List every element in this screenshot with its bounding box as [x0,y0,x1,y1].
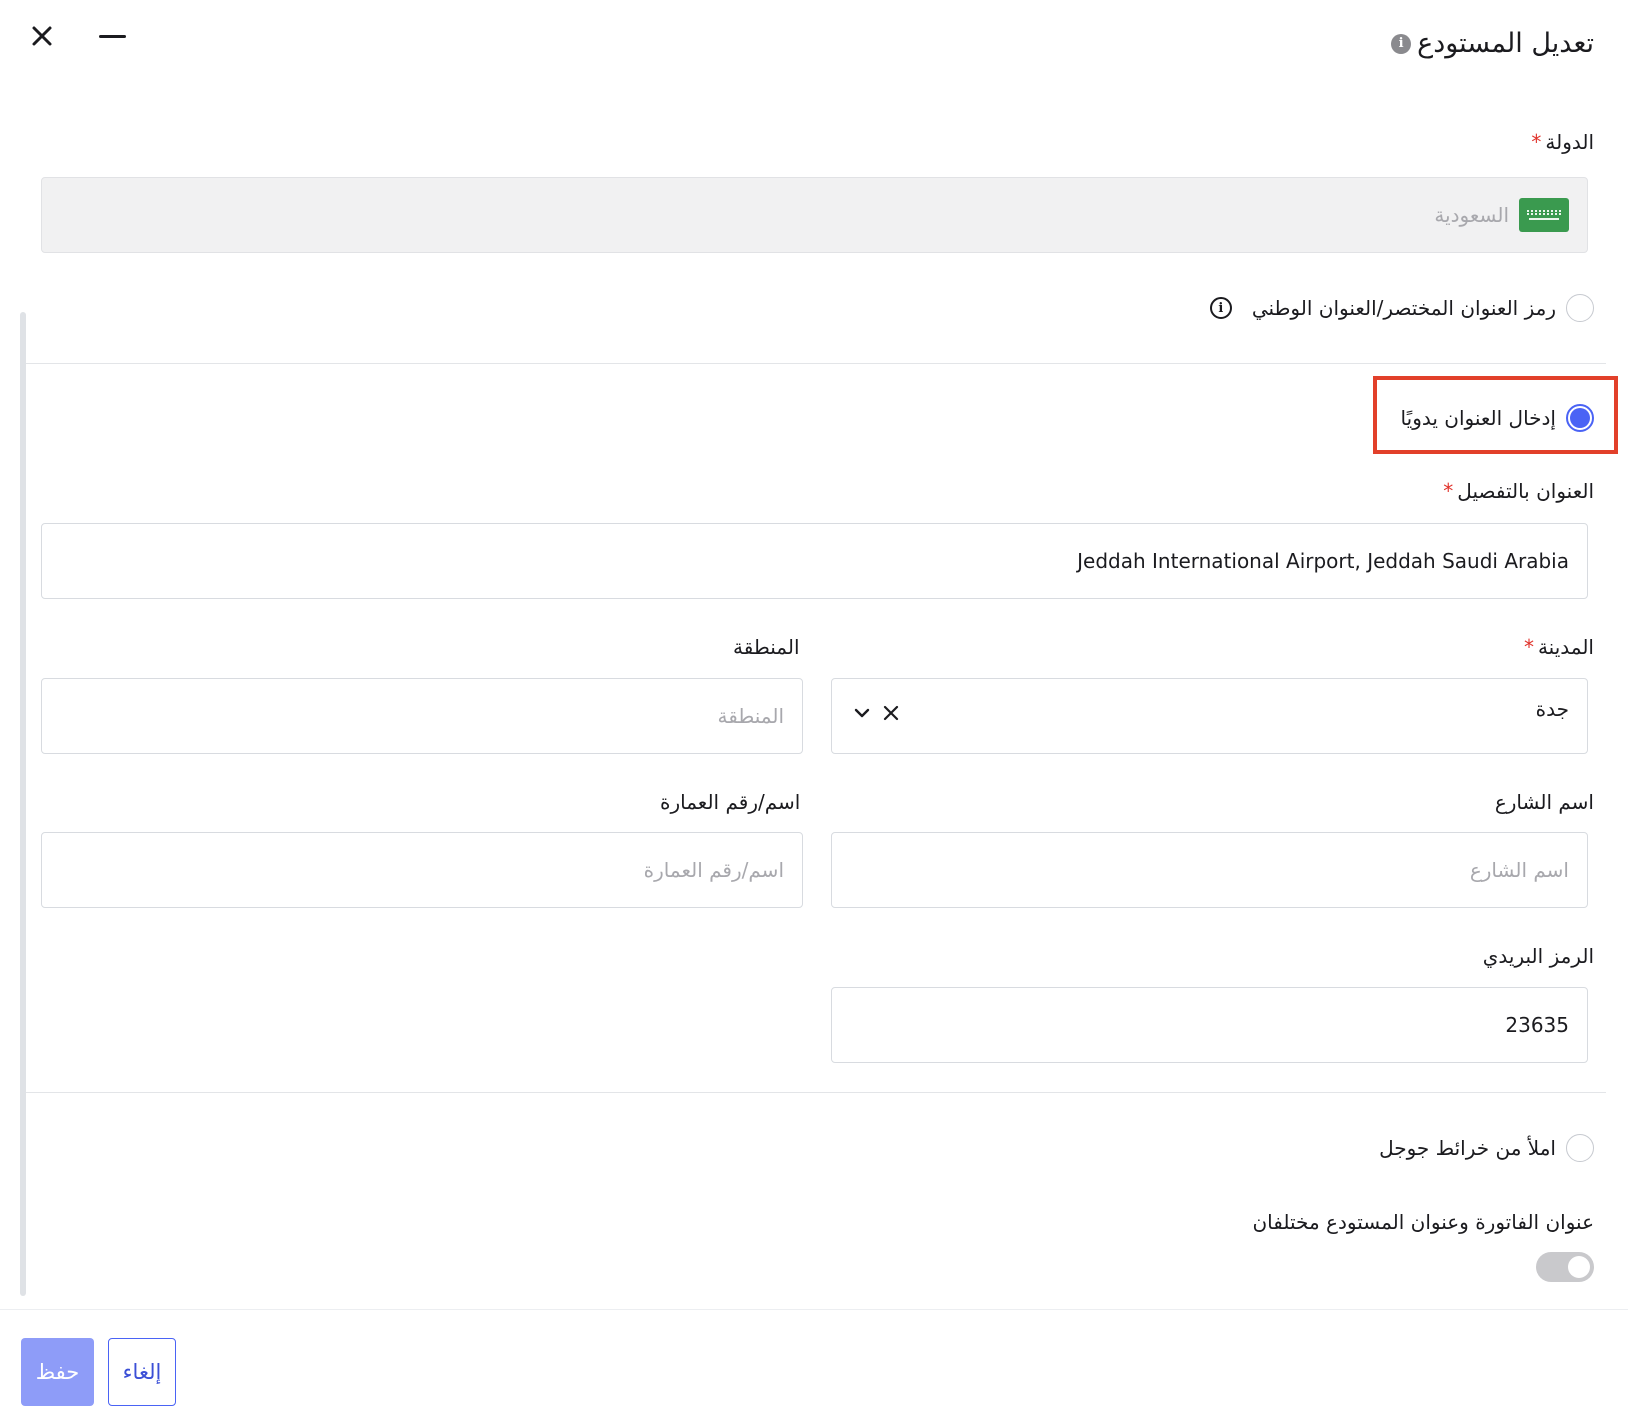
info-icon[interactable]: i [1391,33,1412,54]
clear-icon[interactable] [883,705,899,721]
street-label: اسم الشارع [1494,790,1594,814]
google-maps-label: املأ من خرائط جوجل [1379,1136,1556,1160]
chevron-down-icon[interactable] [853,704,871,722]
minimize-button[interactable] [96,20,128,52]
billing-address-toggle[interactable] [1536,1252,1594,1282]
page-title: تعديل المستودع [1417,28,1594,59]
close-icon [32,26,52,46]
country-field: السعودية [41,177,1588,253]
postal-code-label: الرمز البريدي [1482,944,1594,968]
building-label: اسم/رقم العمارة [660,790,801,814]
short-address-radio[interactable] [1566,294,1594,322]
short-address-option[interactable]: رمز العنوان المختصر/العنوان الوطني i [1209,294,1594,322]
street-input[interactable]: اسم الشارع [831,832,1588,908]
minimize-icon [98,34,126,38]
city-select[interactable]: جدة [831,678,1588,754]
scrollbar[interactable] [20,312,26,1296]
manual-address-label: إدخال العنوان يدويًا [1400,406,1556,430]
divider [26,1092,1606,1093]
google-maps-option[interactable]: املأ من خرائط جوجل [1379,1134,1594,1162]
detailed-address-label: العنوان بالتفصيل* [1443,479,1594,503]
manual-address-option[interactable]: إدخال العنوان يدويًا [1401,404,1594,432]
save-button[interactable]: حفظ [21,1338,94,1406]
city-label: المدينة* [1523,635,1594,659]
info-icon[interactable]: i [1209,297,1232,319]
dialog-header: تعديل المستودع i [1391,28,1594,59]
city-select-controls [853,704,899,722]
google-maps-radio[interactable] [1566,1134,1594,1162]
short-address-label: رمز العنوان المختصر/العنوان الوطني [1251,296,1556,320]
footer [0,1309,1628,1426]
building-input[interactable]: اسم/رقم العمارة [41,832,803,908]
region-label: المنطقة [733,635,800,659]
region-input[interactable]: المنطقة [41,678,803,754]
billing-address-label: عنوان الفاتورة وعنوان المستودع مختلفان [1252,1210,1594,1234]
divider [26,363,1606,364]
manual-address-radio[interactable] [1566,404,1594,432]
country-value: السعودية [1434,203,1509,227]
postal-code-input[interactable]: 23635 [831,987,1588,1063]
saudi-flag-icon [1519,198,1569,232]
country-label: الدولة* [1531,130,1594,154]
cancel-button[interactable]: إلغاء [108,1338,176,1406]
close-button[interactable] [26,20,58,52]
detailed-address-input[interactable]: Jeddah International Airport, Jeddah Sau… [41,523,1588,599]
